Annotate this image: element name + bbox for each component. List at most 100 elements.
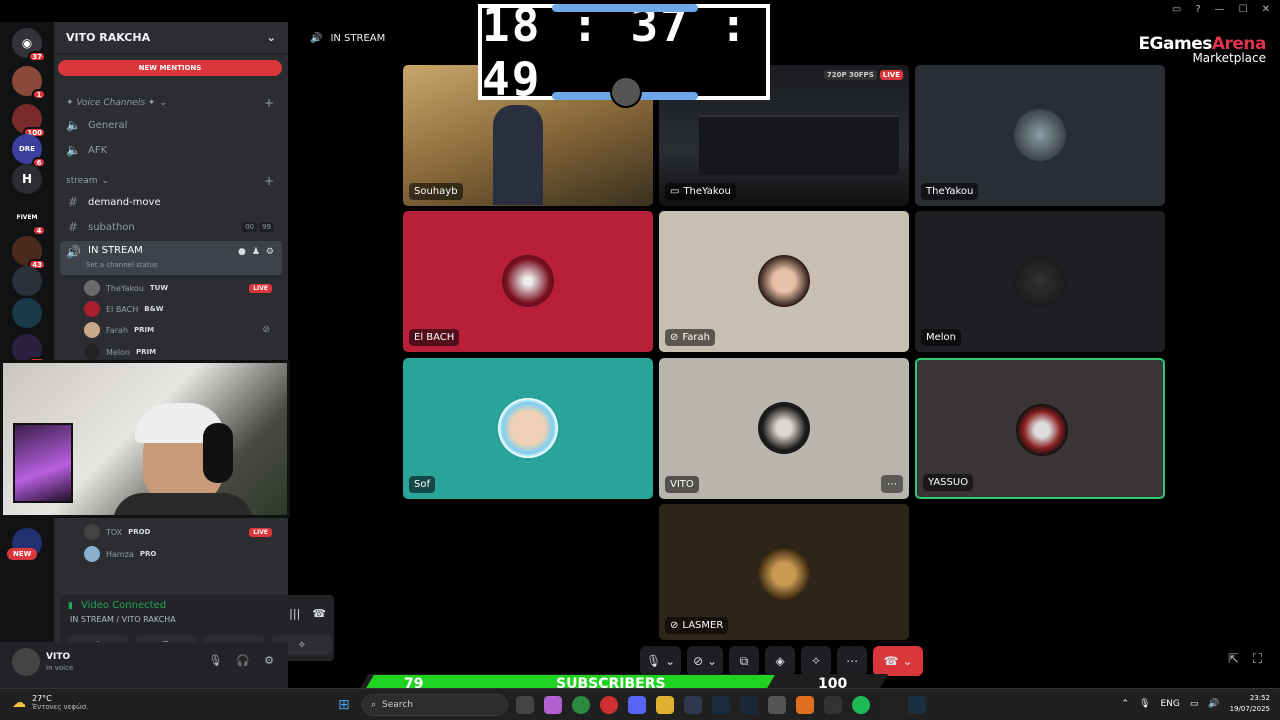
- member-name: Hamza: [106, 549, 134, 559]
- server-icon[interactable]: H: [12, 164, 42, 194]
- steam-icon[interactable]: [740, 696, 758, 714]
- voice-member[interactable]: El BACH B&W: [84, 299, 280, 319]
- server-icon[interactable]: FIVEM 4: [12, 202, 46, 236]
- chrome-icon[interactable]: [572, 696, 590, 714]
- app-icon[interactable]: [684, 696, 702, 714]
- voice-member[interactable]: Melon PRIM: [84, 342, 280, 362]
- tile-name: VITO: [665, 476, 699, 493]
- server-icon[interactable]: 43: [12, 236, 46, 270]
- task-view-icon[interactable]: [516, 696, 534, 714]
- hangup-icon: ☎: [883, 654, 899, 668]
- gear-icon[interactable]: ⚙: [266, 247, 274, 257]
- network-icon[interactable]: ▭: [1190, 699, 1199, 709]
- mute-button[interactable]: 🎙 ⌄: [640, 646, 682, 676]
- pop-out-icon[interactable]: ⇱: [1228, 652, 1239, 667]
- chevron-down-icon: ⌄: [665, 654, 676, 668]
- help-icon[interactable]: ?: [1195, 4, 1200, 15]
- more-button[interactable]: ⋯: [837, 646, 868, 676]
- server-icon[interactable]: 100: [12, 104, 46, 138]
- minimize-icon[interactable]: —: [1215, 4, 1225, 15]
- video-tile[interactable]: Sof: [403, 358, 653, 499]
- channel-general[interactable]: 🔈 General: [60, 114, 282, 136]
- noise-suppression-icon[interactable]: |||: [289, 607, 300, 620]
- server-icon[interactable]: 1: [12, 66, 46, 100]
- server-icon[interactable]: [12, 298, 42, 328]
- home-button[interactable]: ◉ 37: [12, 28, 46, 62]
- discord-icon[interactable]: [628, 696, 646, 714]
- app-icon[interactable]: [796, 696, 814, 714]
- app-icon[interactable]: [824, 696, 842, 714]
- member-name: Farah: [106, 325, 129, 335]
- video-tile[interactable]: TheYakou: [915, 65, 1165, 206]
- taskbar-search[interactable]: ⌕ Search: [362, 694, 508, 716]
- camera-button[interactable]: ⊘ ⌄: [687, 646, 724, 676]
- spotify-icon[interactable]: [852, 696, 870, 714]
- server-header[interactable]: VITO RAKCHA ⌄: [54, 22, 288, 54]
- disconnect-button[interactable]: ☎ ⌄: [873, 646, 924, 676]
- tile-name-text: Farah: [682, 332, 710, 343]
- channel-subathon[interactable]: # subathon 00 99: [60, 216, 282, 238]
- app-icon[interactable]: [600, 696, 618, 714]
- avatar[interactable]: [12, 648, 40, 676]
- inbox-icon[interactable]: ▭: [1172, 4, 1181, 15]
- taskbar-apps: [516, 696, 926, 714]
- volume-icon[interactable]: 🔊: [1208, 699, 1219, 709]
- avatar: [84, 546, 100, 562]
- soundboard-button[interactable]: ✧: [801, 646, 832, 676]
- headphones-icon[interactable]: 🎧: [236, 654, 250, 667]
- new-mentions-button[interactable]: NEW MENTIONS: [58, 60, 282, 76]
- connected-channel[interactable]: IN STREAM / VITO RAKCHA: [70, 615, 176, 624]
- video-tile[interactable]: Melon: [915, 211, 1165, 352]
- channel-status[interactable]: Set a channel status: [86, 261, 158, 269]
- category-stream[interactable]: stream ⌄: [66, 176, 109, 186]
- windows-start-icon[interactable]: ⊞: [338, 697, 350, 713]
- voice-member[interactable]: TOX PROD LIVE: [84, 522, 280, 542]
- capcut-icon[interactable]: [880, 696, 898, 714]
- app-icon[interactable]: [908, 696, 926, 714]
- gear-icon[interactable]: ⚙: [264, 654, 274, 667]
- chevron-up-icon[interactable]: ⌃: [1122, 699, 1130, 709]
- invite-icon[interactable]: ♟: [252, 247, 260, 257]
- channel-afk[interactable]: 🔈 AFK: [60, 139, 282, 161]
- user-status: In voice: [46, 664, 74, 672]
- channel-in-stream[interactable]: 🔊 IN STREAM Set a channel status ● ♟ ⚙: [60, 241, 282, 275]
- more-options-button[interactable]: ⋯: [881, 475, 903, 493]
- close-icon[interactable]: ✕: [1262, 4, 1270, 15]
- disconnect-icon[interactable]: ☎: [312, 607, 326, 620]
- app-icon[interactable]: [712, 696, 730, 714]
- server-icon[interactable]: DRE 6: [12, 134, 46, 168]
- server-label: FIVEM: [16, 213, 38, 221]
- chat-icon[interactable]: ●: [238, 247, 246, 257]
- weather-widget[interactable]: ☁ 27°C Έντονες νεφώσ.: [12, 694, 89, 711]
- video-tile-speaking[interactable]: YASSUO: [915, 358, 1165, 499]
- language-indicator[interactable]: ENG: [1161, 699, 1180, 709]
- voice-member[interactable]: TheYakou TUW LIVE: [84, 278, 280, 298]
- add-channel-icon[interactable]: +: [264, 174, 274, 188]
- weather-desc: Έντονες νεφώσ.: [32, 703, 89, 711]
- live-badge: LIVE: [249, 283, 272, 293]
- video-tile[interactable]: ⊘ LASMER: [659, 504, 909, 640]
- microphone-icon[interactable]: 🎙: [208, 654, 222, 667]
- member-name: TheYakou: [106, 283, 144, 293]
- video-tile[interactable]: ⊘ Farah: [659, 211, 909, 352]
- voice-member[interactable]: Hamza PRO: [84, 544, 280, 564]
- file-explorer-icon[interactable]: [656, 696, 674, 714]
- voice-member[interactable]: Farah PRIM ⊘: [84, 320, 280, 340]
- microphone-icon[interactable]: 🎙: [1139, 699, 1150, 709]
- camera-off-icon: ⊘: [670, 620, 679, 631]
- channel-demand-move[interactable]: # demand-move: [60, 191, 282, 213]
- avatar: [758, 402, 810, 454]
- category-voice[interactable]: ✦ Voice Channels ✦ ⌄: [66, 98, 167, 108]
- server-icon[interactable]: [12, 266, 42, 296]
- activity-button[interactable]: ◈: [765, 646, 796, 676]
- screen-share-button[interactable]: ⧉: [729, 646, 760, 676]
- maximize-icon[interactable]: ☐: [1239, 4, 1248, 15]
- fullscreen-icon[interactable]: ⛶: [1253, 652, 1262, 667]
- system-clock[interactable]: 23:52 19/07/2025: [1230, 693, 1270, 715]
- add-channel-icon[interactable]: +: [264, 96, 274, 110]
- video-tile[interactable]: VITO ⋯: [659, 358, 909, 499]
- video-tile[interactable]: El BACH: [403, 211, 653, 352]
- app-icon[interactable]: [544, 696, 562, 714]
- app-icon[interactable]: [768, 696, 786, 714]
- tile-name: ▭ TheYakou: [665, 183, 736, 200]
